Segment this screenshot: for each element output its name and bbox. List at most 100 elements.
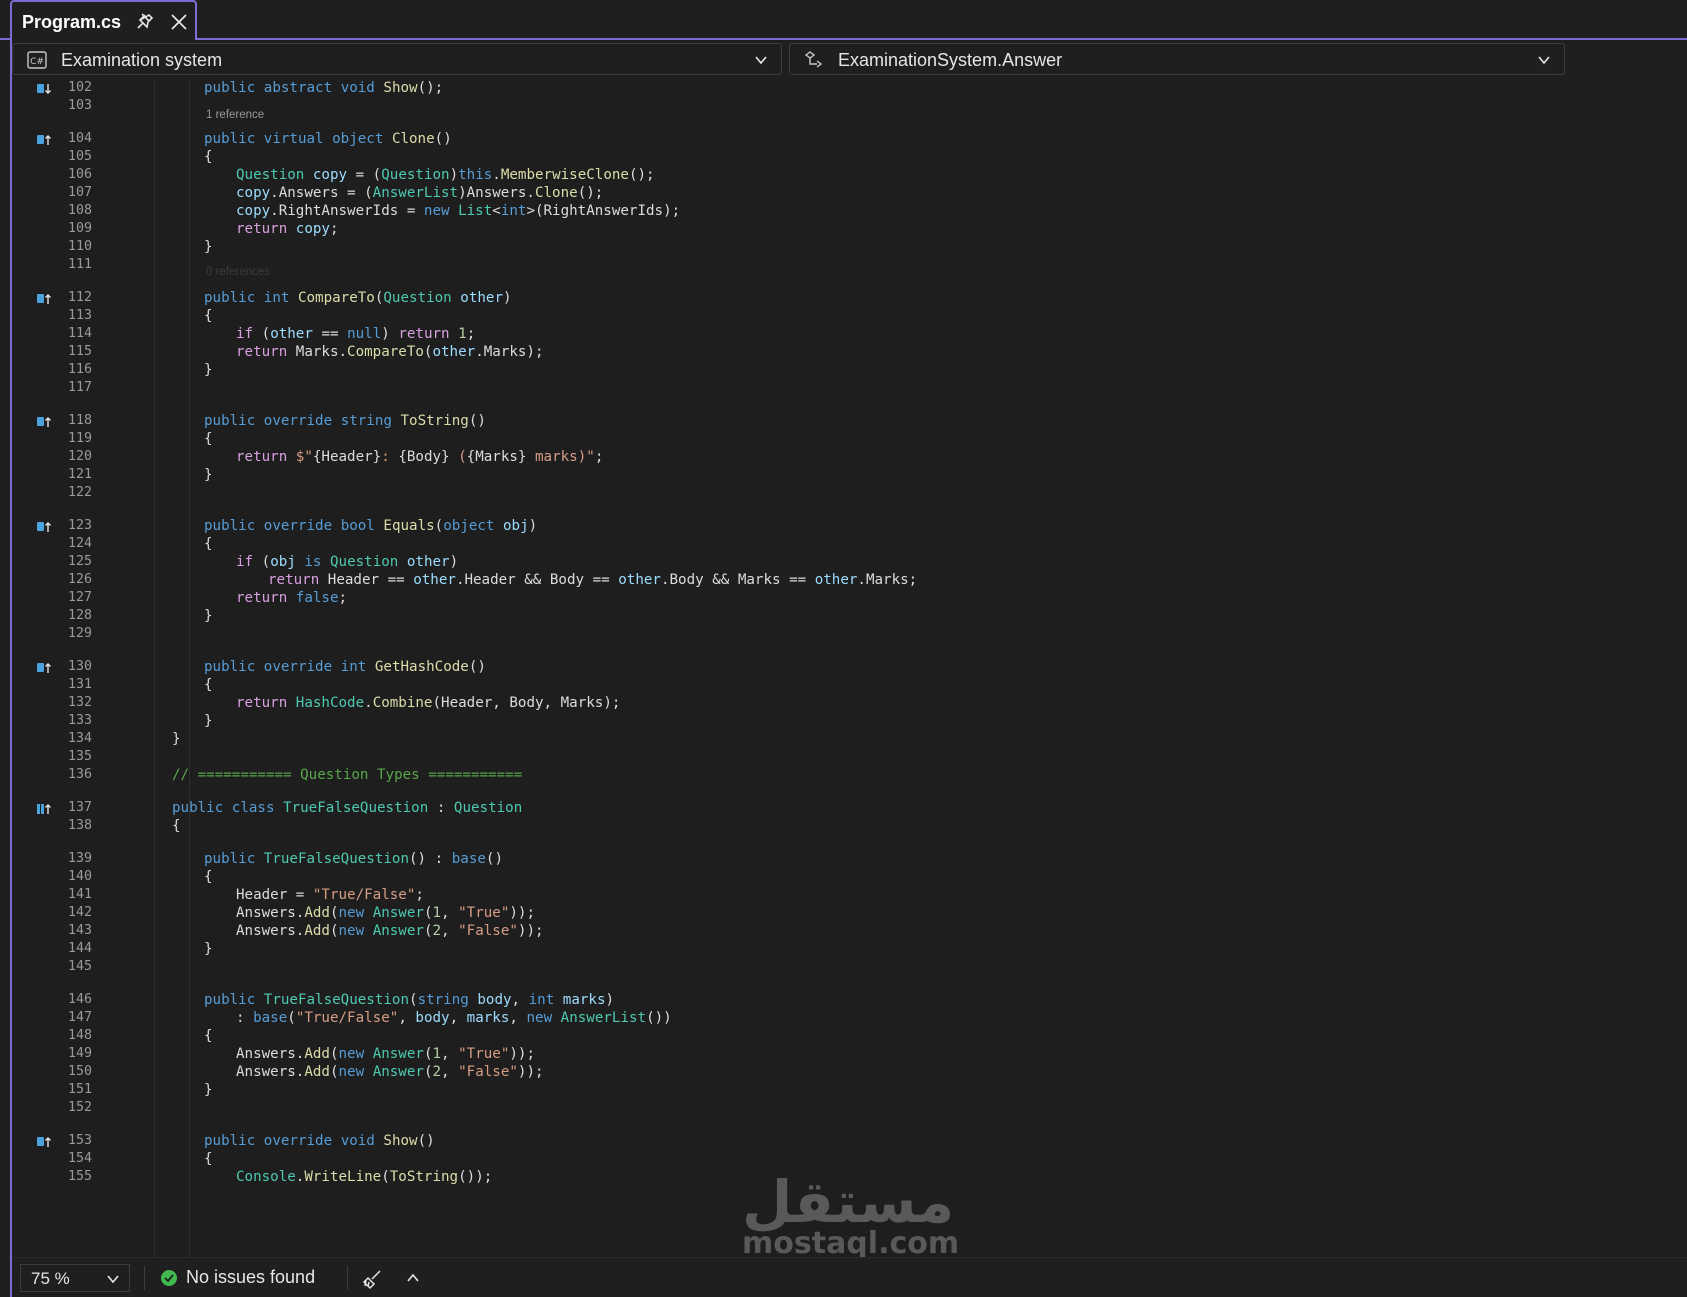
code-line[interactable]: 102 public abstract void Show(); — [12, 79, 1687, 98]
code-line[interactable]: 155 Console.WriteLine(ToString()); — [12, 1168, 1687, 1187]
line-number: 150 — [67, 1064, 92, 1079]
code-text: public override bool Equals(object obj) — [204, 518, 538, 534]
code-line[interactable]: 113 { — [12, 307, 1687, 326]
member-dropdown[interactable]: ExaminationSystem.Answer — [789, 43, 1565, 75]
line-number: 149 — [67, 1046, 92, 1061]
code-line[interactable]: 150 Answers.Add(new Answer(2, "False")); — [12, 1063, 1687, 1082]
code-line[interactable]: 133} — [12, 712, 1687, 731]
code-line[interactable]: 154 { — [12, 1150, 1687, 1169]
line-number: 103 — [67, 98, 92, 113]
code-text: return Marks.CompareTo(other.Marks); — [236, 344, 544, 360]
code-line[interactable]: 120 return $"{Header}: {Body} ({Marks} ma… — [12, 448, 1687, 467]
code-line[interactable]: 125 if (obj is Question other) — [12, 553, 1687, 572]
code-line[interactable]: 108 copy.RightAnswerIds = new List<int>(R… — [12, 202, 1687, 221]
code-line[interactable]: 106 Question copy = (Question)this.Member… — [12, 166, 1687, 185]
code-line[interactable]: 134} — [12, 730, 1687, 749]
zoom-dropdown[interactable]: 75 % — [20, 1264, 130, 1292]
code-text: Answers.Add(new Answer(2, "False")); — [236, 1064, 544, 1080]
code-line[interactable]: 137 public class TrueFalseQuestion : Ques… — [12, 799, 1687, 818]
code-line[interactable]: 109 return copy; — [12, 220, 1687, 239]
code-line[interactable]: 119 { — [12, 430, 1687, 449]
code-line[interactable]: 110} — [12, 238, 1687, 257]
code-line[interactable]: 128} — [12, 607, 1687, 626]
code-line[interactable]: 117 — [12, 379, 1687, 398]
line-number: 102 — [67, 80, 92, 95]
project-name: Examination system — [61, 50, 223, 70]
line-number: 132 — [67, 695, 92, 710]
code-line[interactable]: 136 // =========== Question Types =======… — [12, 766, 1687, 785]
code-line[interactable]: 126 return Header == other.Header && Body… — [12, 571, 1687, 590]
code-line[interactable]: 142 Answers.Add(new Answer(1, "True")); — [12, 904, 1687, 923]
line-number: 109 — [67, 221, 92, 236]
code-line[interactable]: 146 public TrueFalseQuestion(string body,… — [12, 991, 1687, 1010]
code-text: Console.WriteLine(ToString()); — [236, 1169, 493, 1185]
code-line[interactable]: 143 Answers.Add(new Answer(2, "False")); — [12, 922, 1687, 941]
line-number: 111 — [67, 257, 92, 272]
code-line[interactable]: 151} — [12, 1081, 1687, 1100]
code-line[interactable]: 105 { — [12, 148, 1687, 167]
code-line[interactable]: 139 public TrueFalseQuestion() : base() — [12, 850, 1687, 869]
code-line[interactable]: 138 { — [12, 817, 1687, 836]
line-number: 116 — [67, 362, 92, 377]
code-line[interactable]: 127 return false; — [12, 589, 1687, 608]
line-number: 141 — [67, 887, 92, 902]
code-text: { — [204, 536, 213, 552]
code-line[interactable]: 130 public override int GetHashCode() — [12, 658, 1687, 677]
code-text: Header = "True/False"; — [236, 887, 424, 903]
code-line[interactable]: 107 copy.Answers = (AnswerList)Answers.Cl… — [12, 184, 1687, 203]
line-number: 110 — [67, 239, 92, 254]
line-number: 152 — [67, 1100, 92, 1115]
line-number: 108 — [67, 203, 92, 218]
code-text: copy.Answers = (AnswerList)Answers.Clone… — [236, 185, 604, 201]
code-line[interactable]: 124 { — [12, 535, 1687, 554]
line-number: 138 — [67, 818, 92, 833]
code-line[interactable]: 148 { — [12, 1027, 1687, 1046]
line-number: 107 — [67, 185, 92, 200]
code-text: public TrueFalseQuestion(string body, in… — [204, 992, 615, 1008]
member-name: ExaminationSystem.Answer — [838, 50, 1063, 70]
code-line[interactable]: 115 return Marks.CompareTo(other.Marks); — [12, 343, 1687, 362]
code-line[interactable]: 131 { — [12, 676, 1687, 695]
line-number: 115 — [67, 344, 92, 359]
code-line[interactable]: 149 Answers.Add(new Answer(1, "True")); — [12, 1045, 1687, 1064]
code-line[interactable]: 144} — [12, 940, 1687, 959]
code-text: { — [204, 869, 213, 885]
code-line[interactable]: 152 — [12, 1099, 1687, 1118]
code-line[interactable]: 111 — [12, 256, 1687, 275]
pin-icon[interactable] — [134, 11, 156, 33]
project-dropdown[interactable]: C# Examination system — [12, 43, 782, 75]
code-line[interactable]: 121} — [12, 466, 1687, 485]
code-text: if (other == null) return 1; — [236, 326, 476, 342]
code-line[interactable]: 147: base("True/False", body, marks, new… — [12, 1009, 1687, 1028]
line-number: 142 — [67, 905, 92, 920]
code-line[interactable]: 135 — [12, 748, 1687, 767]
code-line[interactable]: 140 { — [12, 868, 1687, 887]
code-text: } — [204, 467, 213, 483]
code-cleanup-icon[interactable] — [362, 1268, 384, 1290]
line-number: 119 — [67, 431, 92, 446]
code-line[interactable]: 153 public override void Show() — [12, 1132, 1687, 1151]
code-line[interactable]: 145 — [12, 958, 1687, 977]
code-line[interactable]: 103 — [12, 97, 1687, 116]
code-text: public override void Show() — [204, 1133, 435, 1149]
code-line[interactable]: 132 return HashCode.Combine(Header, Body,… — [12, 694, 1687, 713]
code-line[interactable]: 122 — [12, 484, 1687, 503]
code-line[interactable]: 114 if (other == null) return 1; — [12, 325, 1687, 344]
code-line[interactable]: 141 Header = "True/False"; — [12, 886, 1687, 905]
code-line[interactable]: 129 — [12, 625, 1687, 644]
code-text: public abstract void Show(); — [204, 80, 444, 96]
line-number: 154 — [67, 1151, 92, 1166]
line-number: 140 — [67, 869, 92, 884]
close-icon[interactable] — [168, 11, 190, 33]
code-line[interactable]: 123 public override bool Equals(object ob… — [12, 517, 1687, 536]
code-line[interactable]: 116} — [12, 361, 1687, 380]
line-number: 127 — [67, 590, 92, 605]
tab-program-cs[interactable]: Program.cs — [10, 0, 197, 42]
code-line[interactable]: 112 public int CompareTo(Question other) — [12, 289, 1687, 308]
code-line[interactable]: 104 public virtual object Clone() — [12, 130, 1687, 149]
line-number: 118 — [67, 413, 92, 428]
code-text: { — [172, 818, 181, 834]
chevron-up-icon[interactable] — [405, 1270, 421, 1286]
code-editor[interactable]: 1 reference 0 references 102 public abstr… — [12, 78, 1687, 1257]
code-line[interactable]: 118 public override string ToString() — [12, 412, 1687, 431]
